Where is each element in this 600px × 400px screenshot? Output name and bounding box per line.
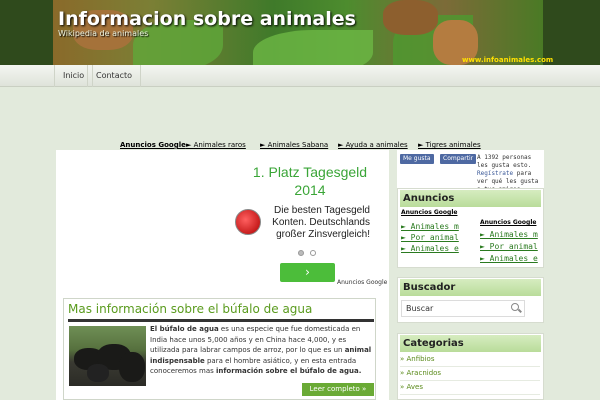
- category-item-aracnidos[interactable]: » Aracnidos: [400, 369, 540, 381]
- ad-google-label[interactable]: Anuncios Google: [337, 279, 387, 286]
- site-title[interactable]: Informacion sobre animales: [58, 8, 356, 30]
- article-excerpt: El búfalo de agua es una especie que fue…: [150, 325, 372, 375]
- carousel-dot[interactable]: [310, 250, 316, 256]
- ad-logo-icon[interactable]: [235, 209, 261, 235]
- adbar-label[interactable]: Anuncios Google: [120, 141, 186, 149]
- anuncios-title: Anuncios: [400, 190, 541, 207]
- facebook-like-button[interactable]: Me gusta: [400, 154, 434, 164]
- buffalo-image[interactable]: [69, 326, 146, 386]
- article-title[interactable]: Mas información sobre el búfalo de agua: [68, 302, 374, 322]
- categorias-title: Categorias: [400, 335, 541, 352]
- site-tagline: Wikipedia de animales: [58, 29, 149, 38]
- site-url: www.infoanimales.com: [462, 56, 554, 64]
- anuncios-link[interactable]: ► Por animal: [480, 242, 542, 251]
- adbar-link[interactable]: ► Tigres animales: [418, 141, 481, 149]
- search-input[interactable]: Buscar: [401, 300, 525, 317]
- main-nav: Inicio Contacto: [0, 65, 600, 87]
- ad-body[interactable]: Die besten Tagesgeld Konten. Deutschland…: [266, 205, 370, 241]
- read-more-button[interactable]: Leer completo »: [302, 383, 374, 396]
- adbar-link[interactable]: ► Ayuda a animales: [338, 141, 408, 149]
- adbar-link[interactable]: ► Animales Sabana: [260, 141, 328, 149]
- anuncios-link[interactable]: ► Animales m: [401, 222, 463, 231]
- anuncios-link[interactable]: ► Animales m: [480, 230, 542, 239]
- ad-headline[interactable]: 1. Platz Tagesgeld 2014: [240, 163, 380, 199]
- carousel-dot-active[interactable]: [298, 250, 304, 256]
- facebook-share-button[interactable]: Compartir: [440, 154, 477, 164]
- category-item-aves[interactable]: » Aves: [400, 383, 540, 395]
- anuncios-link[interactable]: ► Animales e: [401, 244, 463, 253]
- category-item-anfibios[interactable]: » Anfibios: [400, 355, 540, 367]
- site-header: Informacion sobre animales Wikipedia de …: [0, 0, 600, 65]
- search-icon[interactable]: [511, 303, 519, 311]
- adbar-link[interactable]: ► Animales raros: [186, 141, 246, 149]
- nav-item-contacto[interactable]: Contacto: [87, 65, 142, 87]
- anuncios-link[interactable]: ► Animales e: [480, 254, 542, 263]
- anuncios-google-label[interactable]: Anuncios Google: [401, 209, 457, 216]
- buscador-title: Buscador: [400, 279, 541, 296]
- anuncios-link[interactable]: ► Por animal: [401, 233, 463, 242]
- facebook-register-link[interactable]: Regístrate: [477, 170, 513, 177]
- anuncios-google-label[interactable]: Anuncios Google: [480, 219, 536, 226]
- ad-next-button[interactable]: ›: [280, 263, 335, 282]
